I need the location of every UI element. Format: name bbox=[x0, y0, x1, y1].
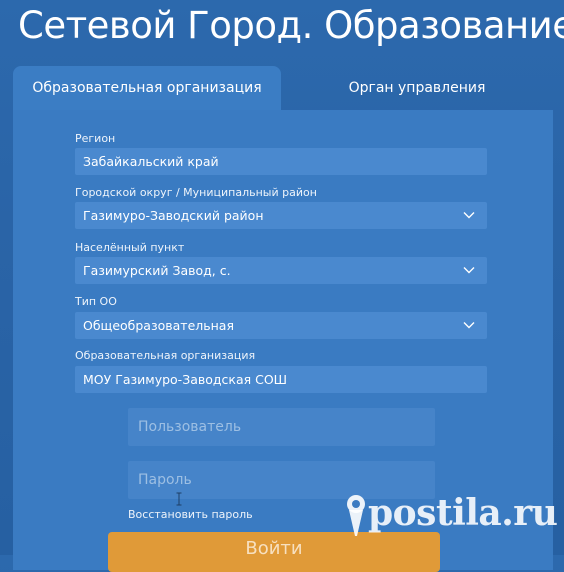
region-value: Забайкальский край bbox=[83, 154, 219, 169]
password-placeholder: Пароль bbox=[138, 472, 192, 488]
chevron-down-icon bbox=[463, 322, 475, 329]
locality-value: Газимурский Завод, с. bbox=[83, 263, 231, 278]
district-value: Газимуро-Заводский район bbox=[83, 208, 264, 223]
org-type-value: Общеобразовательная bbox=[83, 318, 234, 333]
locality-select[interactable]: Газимурский Завод, с. bbox=[75, 257, 487, 284]
chevron-down-icon bbox=[463, 212, 475, 219]
tab-label: Образовательная организация bbox=[32, 80, 262, 96]
org-type-select[interactable]: Общеобразовательная bbox=[75, 312, 487, 339]
username-input[interactable]: Пользователь bbox=[128, 408, 435, 446]
chevron-down-icon bbox=[463, 267, 475, 274]
district-label: Городской округ / Муниципальный район bbox=[75, 186, 317, 199]
district-select[interactable]: Газимуро-Заводский район bbox=[75, 202, 487, 229]
organization-field[interactable]: МОУ Газимуро-Заводская СОШ bbox=[75, 366, 487, 393]
region-field[interactable]: Забайкальский край bbox=[75, 148, 487, 175]
organization-label: Образовательная организация bbox=[75, 349, 256, 362]
text-cursor-icon bbox=[176, 492, 182, 506]
page-title: Сетевой Город. Образование bbox=[18, 4, 564, 47]
region-label: Регион bbox=[75, 132, 116, 145]
locality-label: Населённый пункт bbox=[75, 241, 185, 254]
org-type-label: Тип ОО bbox=[75, 295, 117, 308]
tab-label: Орган управления bbox=[348, 80, 486, 96]
tab-management-body[interactable]: Орган управления bbox=[281, 66, 553, 110]
tab-educational-organization[interactable]: Образовательная организация bbox=[13, 66, 281, 110]
restore-password-link[interactable]: Восстановить пароль bbox=[128, 508, 253, 521]
organization-value: МОУ Газимуро-Заводская СОШ bbox=[83, 372, 288, 387]
watermark-text: postila.ru bbox=[368, 492, 558, 534]
login-button-label: Войти bbox=[245, 538, 303, 559]
username-placeholder: Пользователь bbox=[138, 419, 242, 435]
